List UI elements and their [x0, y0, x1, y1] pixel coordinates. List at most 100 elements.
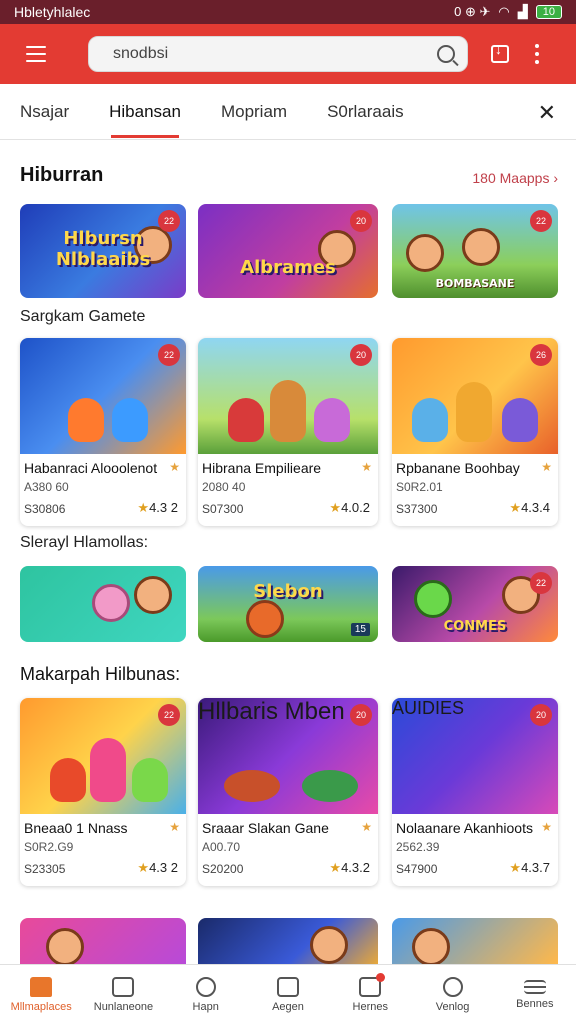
nav-item-profile[interactable]: Venlog: [411, 965, 493, 1024]
banner-title: Albrames: [240, 257, 336, 278]
star-icon: ★: [541, 820, 552, 834]
signal-icon: ▟: [517, 4, 528, 19]
game-thumbnail: Hllbaris Mben 20: [198, 698, 378, 814]
game-card[interactable]: 26 Rpbanane Boohbay ★ S0R2.01 S37300 ★4.…: [392, 338, 558, 526]
game-subtitle: 2562.39: [396, 840, 440, 854]
game-price: S20200: [202, 862, 244, 876]
menu-icon[interactable]: [14, 32, 58, 76]
rating-badge: 22: [158, 344, 180, 366]
game-banner[interactable]: CONMES 22: [392, 566, 558, 642]
menu-icon: [523, 979, 546, 994]
star-icon: ★: [329, 500, 342, 515]
status-indicators: 0 ⊕ ✈: [454, 4, 491, 19]
game-banner[interactable]: [20, 566, 186, 642]
game-card[interactable]: 20 Hibrana Empilieare ★ 2080 40 S07300 ★…: [198, 338, 378, 526]
character-art: [224, 770, 280, 802]
banner-title: Hlbursn Nlblaaibs: [55, 228, 151, 270]
star-icon: ★: [541, 460, 552, 474]
game-thumbnail: 26: [392, 338, 558, 454]
game-banner[interactable]: [392, 918, 558, 964]
game-subtitle: S0R2.01: [396, 480, 443, 494]
character-art: [270, 380, 306, 442]
game-subtitle: S0R2.G9: [24, 840, 74, 854]
see-more-link[interactable]: 180 Maapps ›: [472, 170, 558, 186]
category-tabs: Nsajar Hibansan Mopriam S0rlaraais: [0, 84, 576, 140]
nav-item-home[interactable]: Mllmaplaces: [0, 965, 82, 1024]
nav-item-mail[interactable]: Hernes: [329, 965, 411, 1024]
more-options-icon[interactable]: [522, 32, 552, 76]
game-rating: ★4.3.7: [509, 860, 550, 875]
tab-s0rlaraais[interactable]: S0rlaraais: [307, 84, 424, 140]
tab-hibansan[interactable]: Hibansan: [89, 84, 201, 140]
banner-title: BOMBASANE: [435, 277, 515, 290]
game-banner[interactable]: Slebon 15: [198, 566, 378, 642]
game-price: S37300: [396, 502, 438, 516]
tab-mopriam[interactable]: Mopriam: [201, 84, 307, 140]
game-banner[interactable]: BOMBASANE 22: [392, 204, 558, 298]
game-subtitle: A380 60: [24, 480, 69, 494]
game-thumbnail: 22: [20, 698, 186, 814]
wifi-icon: ◠: [498, 4, 510, 19]
rating-badge: 22: [158, 704, 180, 726]
nav-item-search[interactable]: Hapn: [165, 965, 247, 1024]
game-card[interactable]: 22 Bneaa0 1 Nnass ★ S0R2.G9 S23305 ★4.3 …: [20, 698, 186, 886]
search-icon: [437, 45, 455, 63]
rating-badge: 15: [350, 623, 370, 636]
star-icon: ★: [509, 860, 522, 875]
rating-badge: 20: [350, 210, 372, 232]
star-icon: ★: [361, 820, 372, 834]
game-name: Sraaar Slakan Gane: [202, 820, 329, 836]
tab-close-icon[interactable]: ✕: [538, 100, 556, 126]
battery-icon: 10: [535, 5, 562, 19]
rating-badge: 22: [158, 210, 180, 232]
section-title-hiburran: Hiburran: [20, 164, 104, 186]
character-art: [246, 600, 284, 638]
game-banner[interactable]: [198, 918, 378, 964]
box-icon: [112, 976, 135, 997]
character-art: [68, 398, 104, 442]
star-icon: ★: [137, 500, 150, 515]
search-input[interactable]: snodbsi: [88, 36, 468, 72]
character-art: [502, 398, 538, 442]
game-rating: ★4.0.2: [329, 500, 370, 515]
character-art: [412, 398, 448, 442]
game-banner[interactable]: Albrames 20: [198, 204, 378, 298]
section-title-makarpah: Makarpah Hilbunas:: [20, 664, 181, 684]
star-icon: ★: [137, 860, 150, 875]
nav-label: Venlog: [435, 1000, 470, 1013]
game-card[interactable]: 22 Habanraci Alooolenot ★ A380 60 S30806…: [20, 338, 186, 526]
game-card[interactable]: AUIDIES 20 Nolaanare Akanhioots ★ 2562.3…: [392, 698, 558, 886]
character-art: [302, 770, 358, 802]
star-icon: ★: [169, 820, 180, 834]
nav-item-map[interactable]: Aegen: [247, 965, 329, 1024]
rating-badge: 22: [530, 210, 552, 232]
game-rating: ★4.3.4: [509, 500, 550, 515]
status-carrier: Hbletyhlalec: [14, 4, 91, 20]
game-price: S23305: [24, 862, 66, 876]
game-price: S47900: [396, 862, 438, 876]
bottom-navigation: Mllmaplaces Nunlaneone Hapn Aegen Hernes…: [0, 964, 576, 1024]
nav-label: Bennes: [516, 997, 554, 1010]
game-banner[interactable]: Hlbursn Nlblaaibs 22: [20, 204, 186, 298]
game-rating: ★4.3 2: [137, 860, 178, 875]
rating-badge: 20: [350, 704, 372, 726]
search-placeholder: snodbsi: [113, 45, 169, 62]
rating-badge: 20: [530, 704, 552, 726]
status-bar: Hbletyhlalec 0 ⊕ ✈ ◠ ▟ 10: [0, 0, 576, 24]
character-art: [456, 382, 492, 442]
nav-item-box[interactable]: Nunlaneone: [82, 965, 164, 1024]
character-art: [406, 234, 444, 272]
share-button[interactable]: [478, 32, 522, 76]
star-icon: ★: [509, 500, 522, 515]
character-art: [314, 398, 350, 442]
character-art: [462, 228, 500, 266]
app-bar: snodbsi: [0, 24, 576, 84]
game-subtitle: A00.70: [202, 840, 241, 854]
character-art: [134, 576, 172, 614]
game-banner[interactable]: [20, 918, 186, 964]
game-card[interactable]: Hllbaris Mben 20 Sraaar Slakan Gane ★ A0…: [198, 698, 378, 886]
map-icon: [276, 976, 299, 997]
character-art: [228, 398, 264, 442]
nav-item-menu[interactable]: Bennes: [494, 965, 576, 1024]
tab-nsajar[interactable]: Nsajar: [0, 84, 89, 140]
